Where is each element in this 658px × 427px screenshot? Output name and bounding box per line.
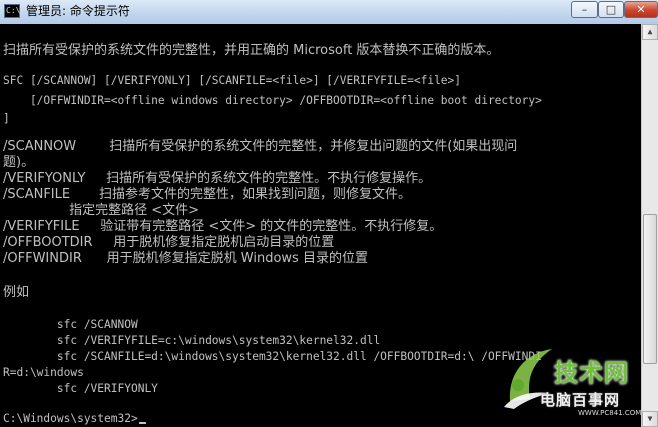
- console-line: 指定完整路径 <文件>: [3, 203, 200, 218]
- window-title: 管理员: 命令提示符: [26, 4, 130, 18]
- console-line: /VERIFYFILE 验证带有完整路径 <文件> 的文件的完整性。不执行修复。: [3, 219, 443, 234]
- text-cursor: [138, 422, 146, 424]
- command-prompt-window: C:\ 管理员: 命令提示符 – □ ✕ 扫描所有受保护的系统文件的完整性，并用…: [0, 0, 658, 427]
- chevron-down-icon: ▼: [647, 414, 653, 423]
- scrollbar-thumb[interactable]: [643, 214, 657, 364]
- console-line: sfc /SCANFILE=d:\windows\system32\kernel…: [3, 350, 542, 363]
- console-line: 题)。: [3, 155, 35, 170]
- command-prompt-line[interactable]: C:\Windows\system32>: [3, 412, 146, 426]
- console-line: 例如: [3, 285, 30, 300]
- console-line: sfc /VERIFYFILE=c:\windows\system32\kern…: [3, 334, 381, 347]
- close-button[interactable]: ✕: [624, 1, 658, 18]
- vertical-scrollbar[interactable]: ▲ ▼: [641, 24, 658, 427]
- prompt-text: C:\Windows\system32>: [3, 412, 138, 425]
- console-line: /SCANFILE 扫描参考文件的完整性，如果找到问题，则修复文件。: [3, 187, 412, 202]
- cmd-icon: C:\: [4, 4, 20, 18]
- scroll-up-button[interactable]: ▲: [642, 24, 658, 40]
- console-line: sfc /VERIFYONLY: [3, 382, 158, 395]
- site-watermark: 技术网 电脑百事网 WWW.PC841.COM: [500, 345, 642, 425]
- console-line: SFC [/SCANNOW] [/VERIFYONLY] [/SCANFILE=…: [3, 74, 462, 87]
- console-line: sfc /SCANNOW: [3, 318, 138, 331]
- chevron-up-icon: ▲: [647, 27, 653, 36]
- console-line: /SCANNOW 扫描所有受保护的系统文件的完整性，并修复出问题的文件(如果出现…: [3, 139, 518, 154]
- watermark-url-text: WWW.PC841.COM: [578, 409, 642, 417]
- console-line: ]: [3, 112, 10, 125]
- maximize-button[interactable]: □: [598, 1, 624, 18]
- console-line: /OFFWINDIR 用于脱机修复指定脱机 Windows 目录的位置: [3, 251, 368, 266]
- console-line: /VERIFYONLY 扫描所有受保护的系统文件的完整性。不执行修复操作。: [3, 171, 432, 186]
- scroll-down-button[interactable]: ▼: [642, 411, 658, 427]
- console-line: [/OFFWINDIR=<offline windows directory> …: [3, 94, 542, 107]
- console-line: 扫描所有受保护的系统文件的完整性，并用正确的 Microsoft 版本替换不正确…: [3, 43, 500, 58]
- title-bar[interactable]: C:\ 管理员: 命令提示符 – □ ✕: [0, 0, 658, 25]
- close-icon: ✕: [636, 3, 646, 16]
- maximize-icon: □: [605, 3, 617, 16]
- console-line: /OFFBOOTDIR 用于脱机修复指定脱机启动目录的位置: [3, 235, 335, 250]
- watermark-brand-text: 电脑百事网: [540, 391, 621, 409]
- console-line: R=d:\windows: [3, 366, 84, 379]
- minimize-icon: –: [581, 3, 588, 16]
- minimize-button[interactable]: –: [571, 1, 598, 18]
- watermark-main-text: 技术网: [554, 359, 629, 387]
